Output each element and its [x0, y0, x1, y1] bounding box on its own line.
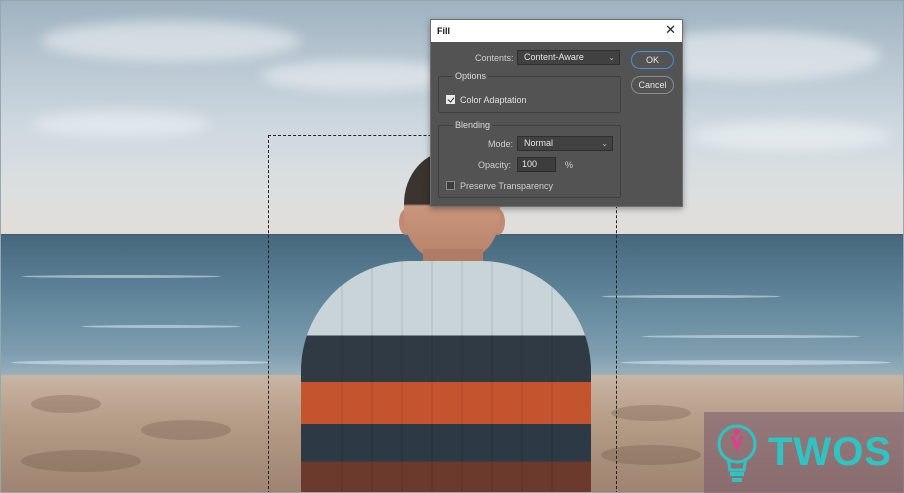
opacity-label: Opacity: — [478, 160, 512, 170]
chevron-down-icon: ⌄ — [608, 53, 615, 62]
dialog-titlebar[interactable]: Fill ✕ — [431, 20, 682, 42]
opacity-input[interactable]: 100 — [517, 157, 556, 172]
contents-select[interactable]: Content-Aware ⌄ — [517, 50, 620, 65]
ok-button[interactable]: OK — [631, 51, 674, 69]
blending-title: Blending — [453, 120, 493, 130]
fill-dialog: Fill ✕ Contents: Content-Aware ⌄ Options… — [430, 19, 683, 207]
mode-value: Normal — [524, 138, 554, 148]
preserve-transparency-label: Preserve Transparency — [460, 181, 554, 191]
opacity-unit: % — [565, 160, 574, 170]
watermark-text: TWOS — [768, 430, 892, 474]
contents-label: Contents: — [475, 53, 514, 63]
dialog-title: Fill — [437, 26, 450, 36]
color-adaptation-checkbox[interactable] — [446, 95, 455, 104]
close-icon[interactable]: ✕ — [665, 23, 676, 37]
contents-value: Content-Aware — [524, 52, 584, 62]
preserve-transparency-checkbox[interactable] — [446, 181, 455, 190]
mode-label: Mode: — [488, 139, 514, 149]
lightbulb-logo-icon — [717, 424, 757, 482]
cancel-button[interactable]: Cancel — [631, 76, 674, 94]
watermark-logo: TWOS — [704, 412, 904, 493]
color-adaptation-label: Color Adaptation — [460, 95, 527, 105]
options-title: Options — [453, 71, 489, 81]
chevron-down-icon: ⌄ — [601, 139, 608, 148]
opacity-value: 100 — [522, 159, 538, 169]
mode-select[interactable]: Normal ⌄ — [517, 136, 613, 151]
